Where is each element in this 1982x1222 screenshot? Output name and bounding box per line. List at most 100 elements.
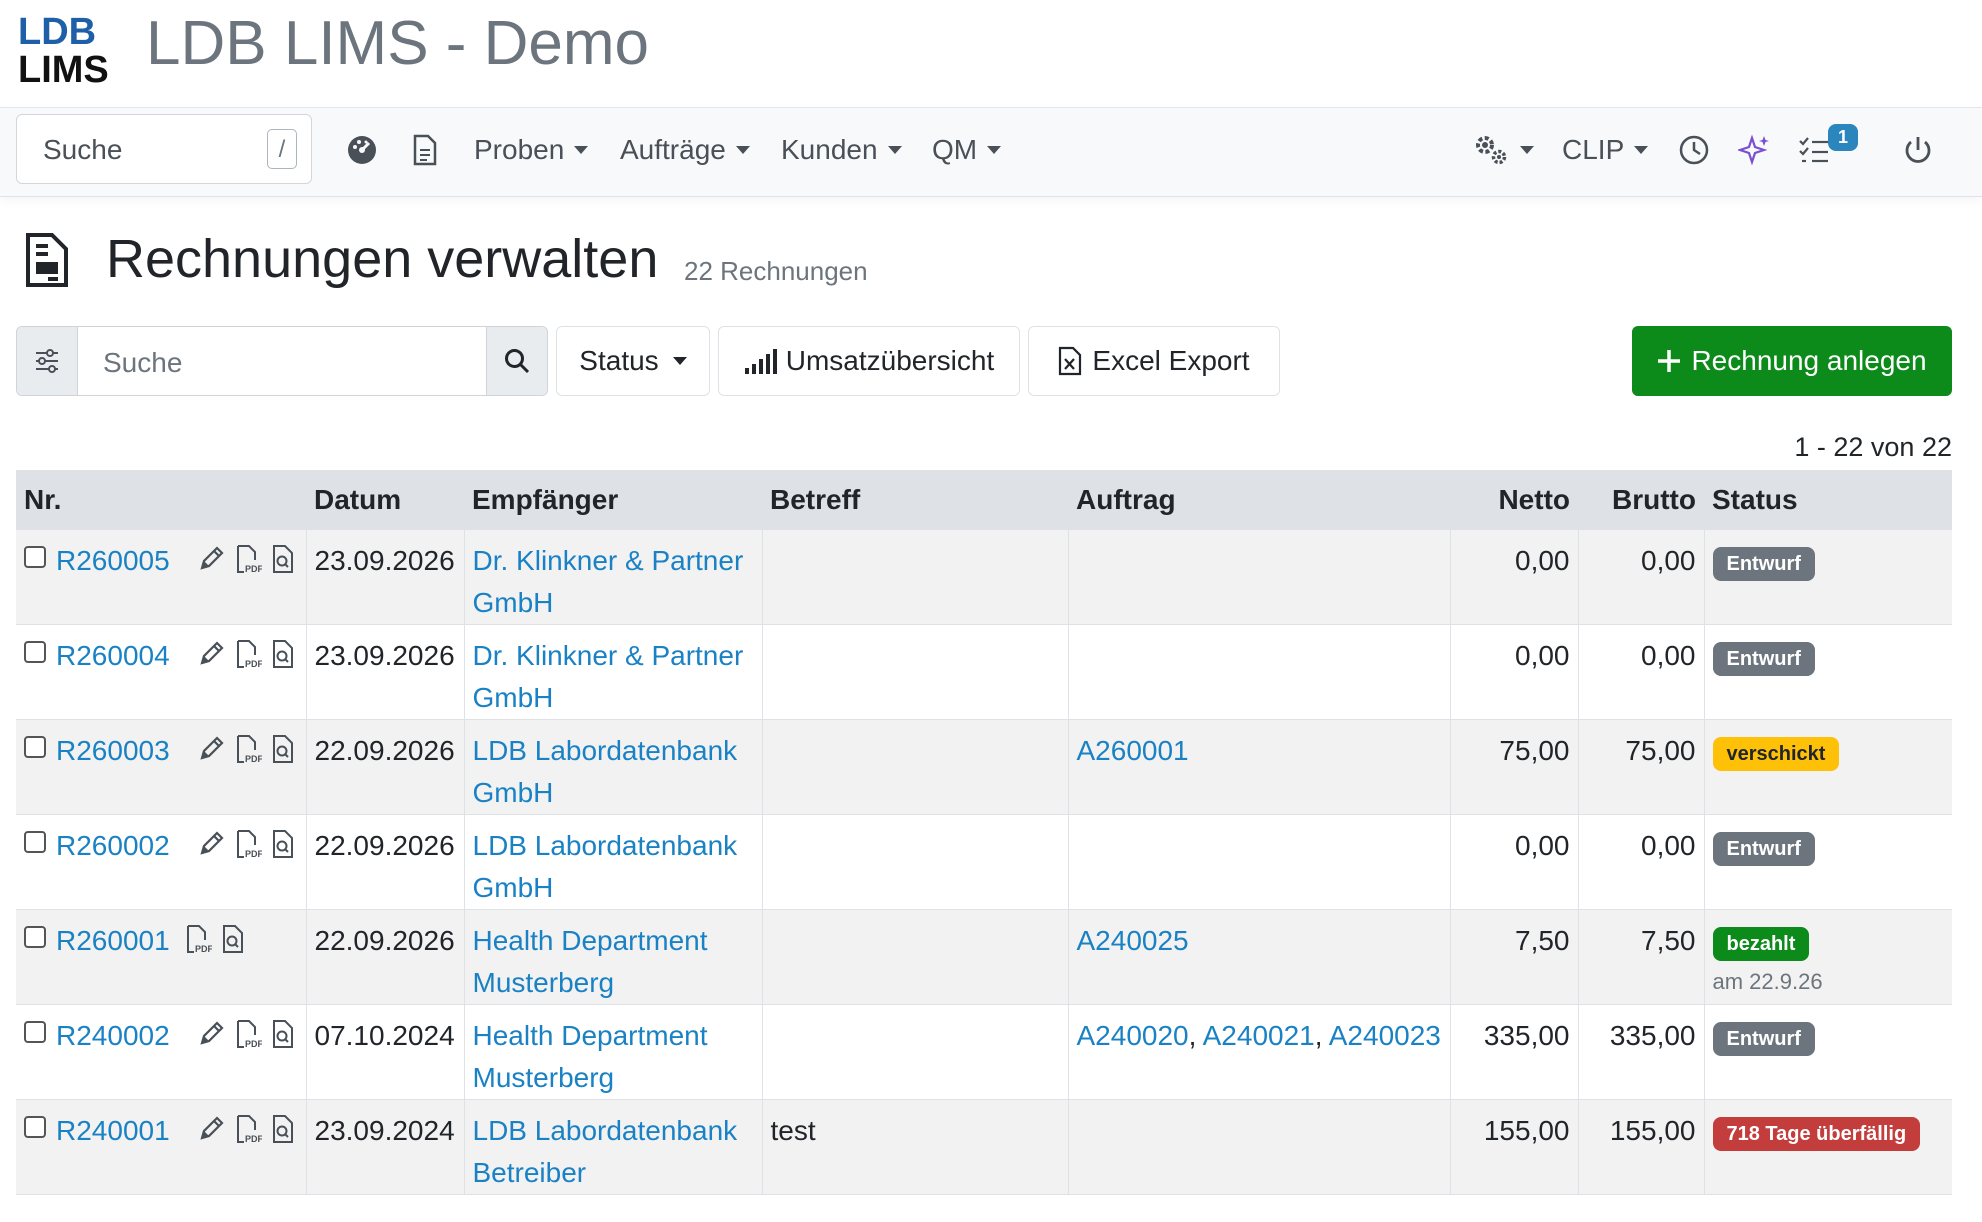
cell-betreff [762, 1004, 1069, 1100]
row-checkbox[interactable] [24, 926, 46, 948]
table-row[interactable]: R240002 PDF 07.10.2024 Health Department Mus… [16, 1004, 1952, 1100]
excel-export-label: Excel Export [1092, 345, 1250, 376]
edit-pencil-icon[interactable] [198, 1114, 226, 1142]
order-link[interactable]: A240025 [1077, 925, 1189, 956]
excel-export-button[interactable]: Excel Export [1028, 326, 1280, 396]
app-logo[interactable]: LDB LIMS [18, 10, 110, 86]
menu-kunden[interactable]: Kunden [781, 128, 902, 172]
row-checkbox[interactable] [24, 736, 46, 758]
menu-qm[interactable]: QM [932, 128, 1002, 172]
recipient-link[interactable]: Health Department Musterberg [473, 925, 708, 998]
table-row[interactable]: R260002 PDF 22.09.2026 LDB Labordatenbank Gm… [16, 814, 1952, 910]
recipient-name-line2: Musterberg [472, 967, 615, 998]
power-icon[interactable] [1902, 128, 1934, 172]
invoice-number-link[interactable]: R260002 [56, 830, 170, 861]
search-button[interactable] [486, 327, 547, 395]
preview-file-icon[interactable] [272, 734, 294, 764]
filter-settings-button[interactable] [17, 327, 78, 395]
preview-file-icon[interactable] [272, 544, 294, 574]
row-checkbox[interactable] [24, 1021, 46, 1043]
recipient-link[interactable]: LDB Labordatenbank GmbH [473, 735, 738, 808]
cell-nr: R240002 PDF [16, 1004, 307, 1100]
cell-datum: 22.09.2026 [306, 909, 465, 1005]
row-checkbox[interactable] [24, 546, 46, 568]
column-header-betreff[interactable]: Betreff [762, 470, 1068, 530]
clock-icon[interactable] [1678, 128, 1710, 172]
order-link[interactable]: A240020 [1077, 1020, 1189, 1051]
preview-file-icon[interactable] [222, 924, 244, 954]
pdf-file-icon[interactable]: PDF [186, 924, 212, 954]
menu-proben[interactable]: Proben [474, 128, 589, 172]
dashboard-icon[interactable] [346, 128, 378, 172]
column-header-datum[interactable]: Datum [306, 470, 464, 530]
menu-auftraege[interactable]: Aufträge [620, 128, 750, 172]
cell-nr: R240001 PDF [16, 1099, 307, 1195]
cell-auftrag [1068, 1099, 1451, 1195]
revenue-overview-button[interactable]: Umsatzübersicht [718, 326, 1020, 396]
svg-text:PDF: PDF [245, 1134, 262, 1144]
page-title: Rechnungen verwalten [106, 229, 659, 289]
sparkles-icon[interactable] [1738, 128, 1770, 172]
recipient-name-line1: Health Department [472, 1020, 708, 1051]
table-row[interactable]: R260001 PDF 22.09.2026 Health Department Mus… [16, 909, 1952, 1005]
pdf-file-icon[interactable]: PDF [236, 734, 262, 764]
column-header-brutto[interactable]: Brutto [1578, 470, 1704, 530]
pdf-file-icon[interactable]: PDF [236, 1019, 262, 1049]
status-filter-button[interactable]: Status [556, 326, 710, 396]
edit-pencil-icon[interactable] [198, 544, 226, 572]
order-link[interactable]: A260001 [1077, 735, 1189, 766]
invoice-search-input[interactable] [101, 346, 465, 380]
pdf-file-icon[interactable]: PDF [236, 829, 262, 859]
preview-file-icon[interactable] [272, 639, 294, 669]
row-checkbox[interactable] [24, 831, 46, 853]
status-badge: Entwurf [1712, 642, 1815, 676]
row-checkbox[interactable] [24, 641, 46, 663]
edit-pencil-icon[interactable] [198, 734, 226, 762]
invoice-number-link[interactable]: R260003 [56, 735, 170, 766]
pdf-file-icon[interactable]: PDF [236, 544, 262, 574]
order-link[interactable]: A240021 [1203, 1020, 1315, 1051]
row-checkbox[interactable] [24, 1116, 46, 1138]
recipient-link[interactable]: LDB Labordatenbank GmbH [473, 830, 738, 903]
menu-auftraege-label: Aufträge [620, 134, 726, 165]
cell-datum: 22.09.2026 [306, 814, 465, 910]
recipient-link[interactable]: Dr. Klinkner & Partner GmbH [473, 545, 744, 618]
table-row[interactable]: R240001 PDF 23.09.2024 LDB Labordatenbank Be… [16, 1099, 1952, 1195]
recipient-link[interactable]: Dr. Klinkner & Partner GmbH [473, 640, 744, 713]
pdf-file-icon[interactable]: PDF [236, 1114, 262, 1144]
preview-file-icon[interactable] [272, 829, 294, 859]
tasks-button[interactable]: 1 [1798, 124, 1859, 172]
global-search-input[interactable] [41, 133, 245, 167]
column-header-status[interactable]: Status [1704, 470, 1952, 530]
column-header-empfaenger[interactable]: Empfänger [464, 470, 762, 530]
table-row[interactable]: R260005 PDF 23.09.2026 Dr. Klinkner & Partn… [16, 530, 1952, 625]
create-invoice-button[interactable]: Rechnung anlegen [1632, 326, 1952, 396]
invoice-number-link[interactable]: R240002 [56, 1020, 170, 1051]
app-header: LDB LIMS LDB LIMS - Demo [0, 0, 1982, 106]
order-link[interactable]: A240023 [1329, 1020, 1441, 1051]
edit-pencil-icon[interactable] [198, 1019, 226, 1047]
invoice-number-link[interactable]: R260005 [56, 545, 170, 576]
recipient-name-line1: Health Department [472, 925, 708, 956]
recipient-link[interactable]: Health Department Musterberg [473, 1020, 708, 1093]
invoice-number-link[interactable]: R260004 [56, 640, 170, 671]
edit-pencil-icon[interactable] [198, 829, 226, 857]
pdf-file-icon[interactable]: PDF [236, 639, 262, 669]
edit-pencil-icon[interactable] [198, 639, 226, 667]
column-header-auftrag[interactable]: Auftrag [1068, 470, 1450, 530]
invoice-number-link[interactable]: R240001 [56, 1115, 170, 1146]
preview-file-icon[interactable] [272, 1019, 294, 1049]
preview-file-icon[interactable] [272, 1114, 294, 1144]
document-icon[interactable] [412, 128, 438, 172]
recipient-name-line1: LDB Labordatenbank [472, 1115, 738, 1146]
column-header-netto[interactable]: Netto [1450, 470, 1578, 530]
table-row[interactable]: R260003 PDF 22.09.2026 LDB Labordatenbank Gm… [16, 719, 1952, 815]
table-row[interactable]: R260004 PDF 23.09.2026 Dr. Klinkner & Partn… [16, 624, 1952, 720]
menu-clip[interactable]: CLIP [1562, 128, 1649, 172]
recipient-link[interactable]: LDB Labordatenbank Betreiber [473, 1115, 738, 1188]
signal-bars-icon [744, 349, 777, 374]
settings-menu[interactable] [1472, 128, 1534, 172]
invoice-number-link[interactable]: R260001 [56, 925, 170, 956]
status-badge: bezahlt [1712, 927, 1810, 961]
column-header-nr[interactable]: Nr. [16, 470, 306, 530]
